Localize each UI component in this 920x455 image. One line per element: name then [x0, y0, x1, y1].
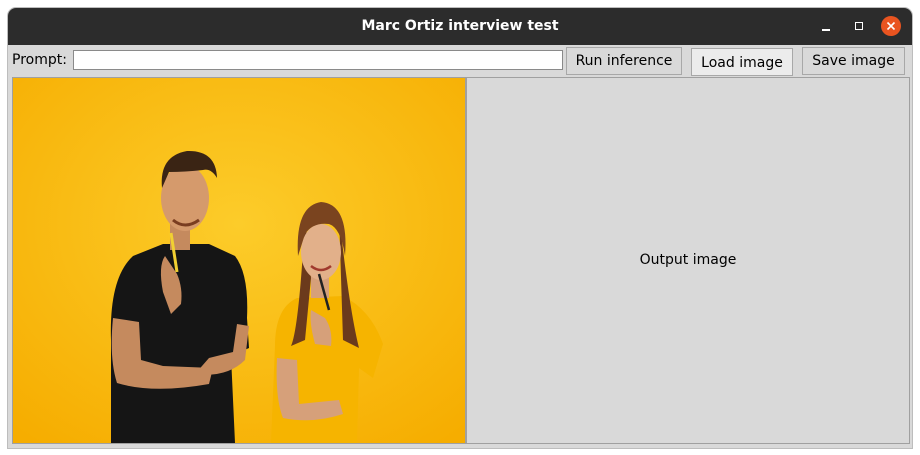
title-bar[interactable]: Marc Ortiz interview test: [8, 8, 912, 45]
prompt-input[interactable]: [73, 50, 563, 70]
save-image-button[interactable]: Save image: [802, 47, 905, 75]
window-title: Marc Ortiz interview test: [361, 18, 559, 34]
close-icon[interactable]: [881, 16, 901, 36]
load-image-button[interactable]: Load image: [691, 48, 793, 76]
input-image-panel: [12, 77, 466, 444]
maximize-icon[interactable]: [849, 16, 869, 36]
prompt-label: Prompt:: [12, 52, 67, 68]
input-image: [13, 78, 465, 443]
app-window: Marc Ortiz interview test Prompt: Run in…: [8, 8, 912, 448]
minimize-icon[interactable]: [816, 16, 836, 36]
run-inference-button[interactable]: Run inference: [566, 47, 682, 75]
output-image-panel: Output image: [466, 77, 910, 444]
output-image-placeholder: Output image: [639, 252, 737, 268]
toolbar: Prompt: Run inference Load image Save im…: [8, 45, 912, 77]
